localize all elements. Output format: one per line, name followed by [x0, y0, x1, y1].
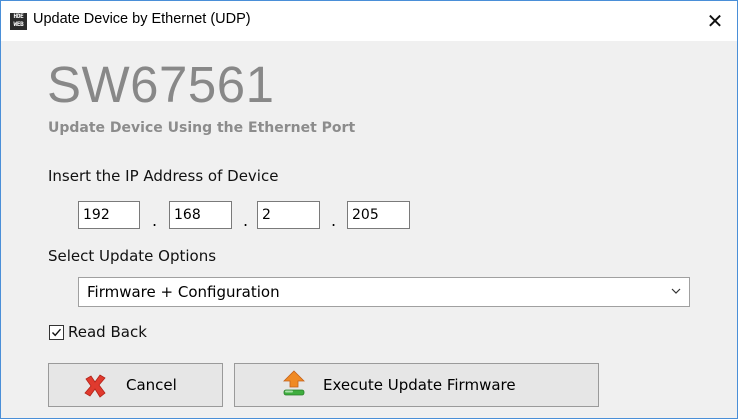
webudp-app-icon: HDE WEB [10, 13, 27, 30]
cancel-button[interactable]: Cancel [48, 363, 223, 407]
title-bar[interactable]: HDE WEB Update Device by Ethernet (UDP) … [1, 1, 737, 41]
close-button[interactable]: ✕ [693, 1, 737, 41]
app-icon-text-top: HDE [13, 13, 24, 20]
execute-update-firmware-label: Execute Update Firmware [323, 376, 516, 394]
ip-octet-3-field[interactable]: 2 [257, 201, 320, 229]
chevron-down-icon[interactable] [671, 286, 681, 296]
ip-separator-3: . [331, 211, 337, 230]
execute-update-firmware-button[interactable]: Execute Update Firmware [234, 363, 599, 407]
app-icon-text-bottom: WEB [13, 21, 24, 28]
checkmark-icon [51, 328, 62, 337]
ip-separator-1: . [152, 211, 158, 230]
red-x-icon [84, 374, 106, 398]
ip-address-label: Insert the IP Address of Device [48, 167, 279, 185]
window-title: Update Device by Ethernet (UDP) [33, 11, 251, 27]
ip-separator-2: . [243, 211, 249, 230]
ip-octet-4-field[interactable]: 205 [347, 201, 410, 229]
product-subtitle: Update Device Using the Ethernet Port [48, 120, 356, 136]
update-dialog-window: HDE WEB Update Device by Ethernet (UDP) … [0, 0, 738, 419]
ip-octet-1-field[interactable]: 192 [78, 201, 140, 229]
upload-arrow-icon [283, 370, 305, 396]
read-back-checkbox[interactable] [49, 325, 64, 340]
dialog-content: SW67561 Update Device Using the Ethernet… [1, 41, 737, 418]
update-options-label: Select Update Options [48, 247, 217, 265]
product-code: SW67561 [47, 56, 275, 113]
ip-octet-2-field[interactable]: 168 [169, 201, 232, 229]
update-options-select[interactable]: Firmware + Configuration [78, 277, 690, 307]
close-icon[interactable]: ✕ [707, 9, 724, 33]
read-back-label[interactable]: Read Back [68, 323, 147, 341]
update-options-selected-value: Firmware + Configuration [87, 283, 280, 301]
cancel-label: Cancel [126, 376, 177, 394]
